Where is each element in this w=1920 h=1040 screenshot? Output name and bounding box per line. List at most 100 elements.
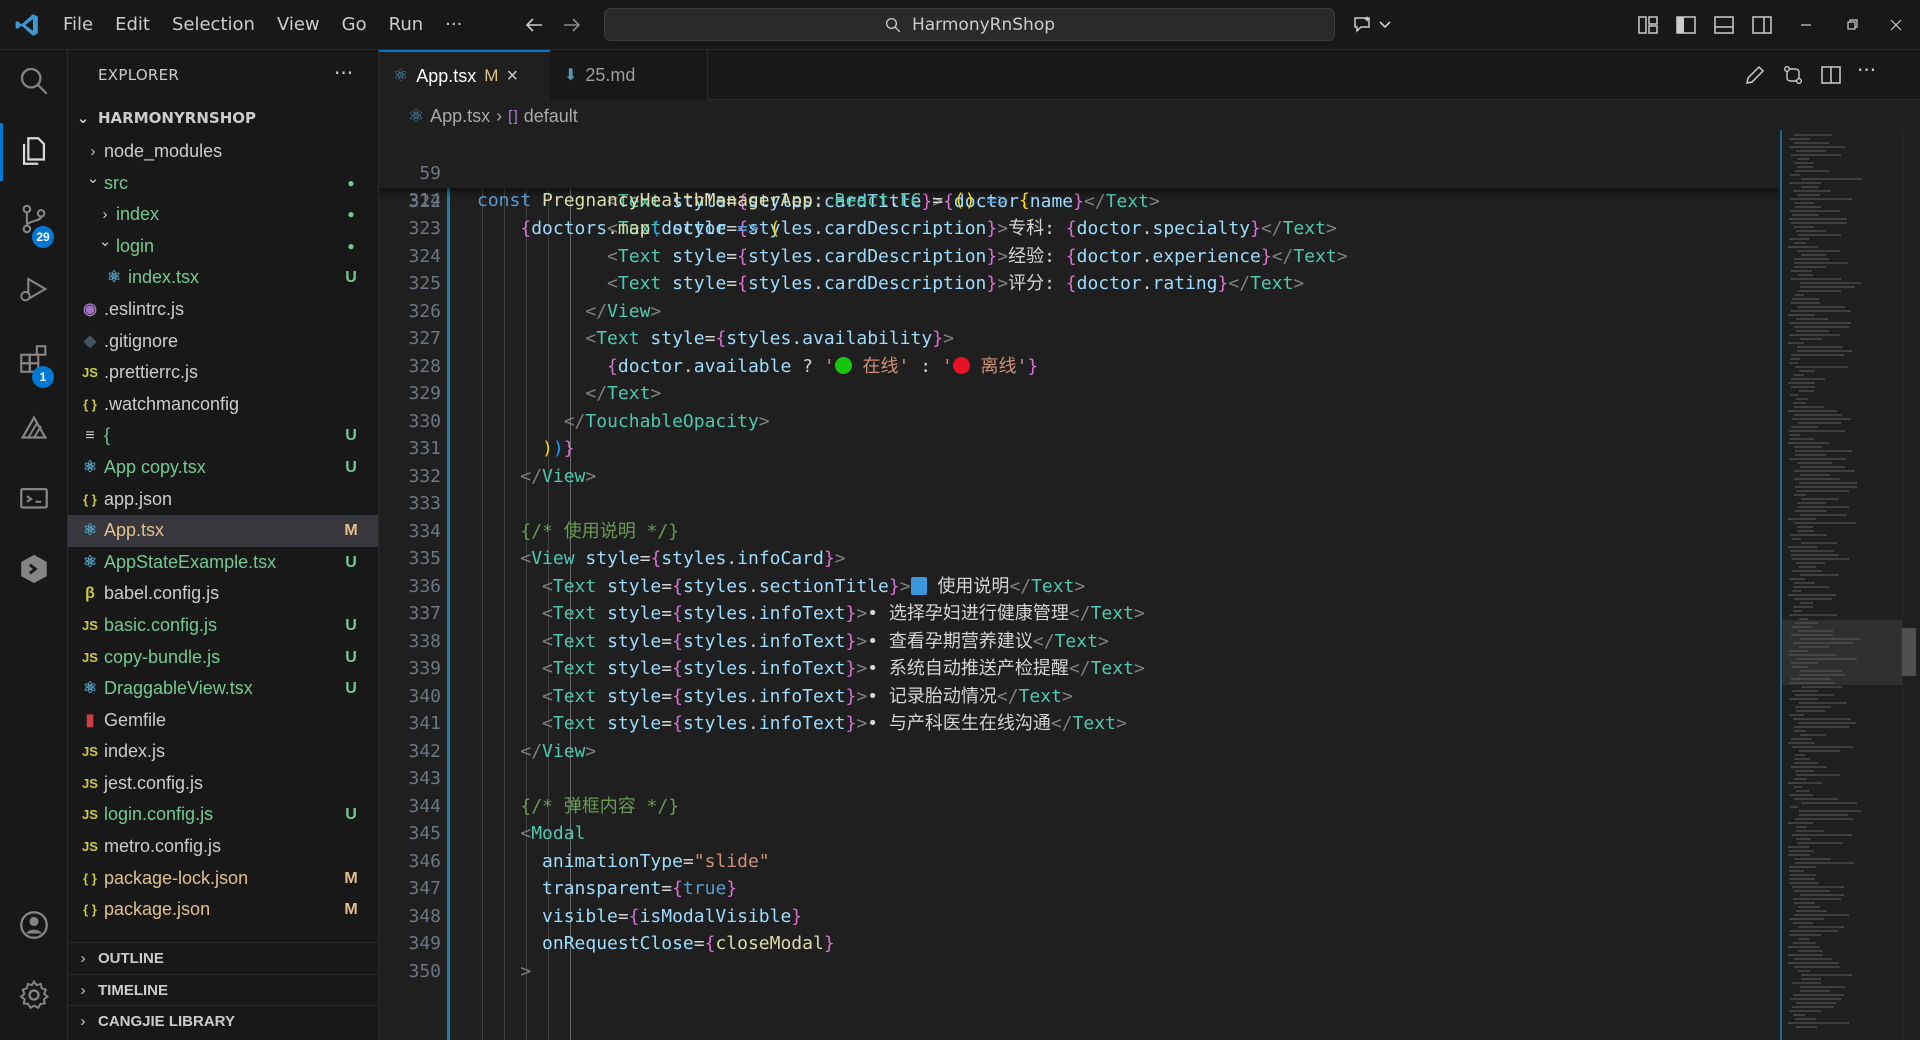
- chevron-down-icon: ⌄: [86, 169, 100, 187]
- tree-file[interactable]: JS .prettierrc.js: [68, 357, 378, 389]
- tree-file[interactable]: JS metro.config.js: [68, 831, 378, 863]
- minimap-line: [1797, 346, 1843, 348]
- timeline-panel-header[interactable]: › TIMELINE: [68, 973, 378, 1006]
- scrollbar-thumb[interactable]: [1902, 628, 1916, 676]
- code-line: 345 <Modal: [379, 820, 1779, 848]
- forward-arrow-icon[interactable]: [560, 13, 584, 37]
- tree-file[interactable]: ≡ {U: [68, 420, 378, 452]
- remote-explorer-icon[interactable]: [17, 482, 51, 516]
- line-number: 349: [408, 933, 441, 954]
- command-center-search[interactable]: HarmonyRnShop: [604, 8, 1335, 41]
- toggle-primary-sidebar-icon[interactable]: [1674, 13, 1698, 37]
- compare-changes-icon[interactable]: [1781, 63, 1805, 87]
- copilot-chat-icon[interactable]: [1352, 13, 1376, 37]
- line-number: 346: [408, 850, 441, 872]
- customize-layout-icon[interactable]: [1636, 13, 1660, 37]
- minimap-line: [1789, 1010, 1821, 1012]
- code-line: 329 </Text>: [379, 380, 1779, 408]
- minimize-icon[interactable]: [1794, 13, 1818, 37]
- minimap-line: [1799, 482, 1857, 484]
- code-editor[interactable]: 59 const PregnancyHealthManagerApp: Reac…: [379, 130, 1779, 1040]
- sticky-scroll-header[interactable]: 59 const PregnancyHealthManagerApp: Reac…: [379, 130, 1779, 239]
- tree-file[interactable]: JS copy-bundle.js U: [68, 642, 378, 674]
- chevron-down-icon[interactable]: [1378, 13, 1392, 37]
- explorer-files-icon[interactable]: [17, 134, 51, 168]
- menu-file[interactable]: File: [52, 0, 104, 50]
- close-icon[interactable]: ×: [506, 65, 518, 88]
- restore-icon[interactable]: [1840, 13, 1864, 37]
- cangjie-library-panel-header[interactable]: › CANGJIE LIBRARY: [68, 1005, 378, 1037]
- tree-folder[interactable]: › index ●: [68, 199, 378, 231]
- menu-selection[interactable]: Selection: [161, 0, 266, 50]
- tree-file[interactable]: { } app.json: [68, 484, 378, 516]
- minimap-line: [1789, 870, 1804, 872]
- deveco-arrows-icon[interactable]: [17, 412, 51, 446]
- minimap[interactable]: [1782, 130, 1902, 1040]
- tree-file[interactable]: ◉ .eslintrc.js: [68, 294, 378, 326]
- js-file-icon: JS: [82, 807, 98, 823]
- minimap-line: [1789, 918, 1824, 920]
- menu-run[interactable]: Run: [378, 0, 435, 50]
- run-debug-icon[interactable]: [17, 272, 51, 306]
- minimap-line: [1793, 718, 1851, 720]
- tree-file[interactable]: ⚛ index.tsx U: [68, 262, 378, 294]
- minimap-line: [1801, 542, 1837, 544]
- tree-file[interactable]: β babel.config.js: [68, 578, 378, 610]
- search-icon: [885, 17, 901, 32]
- back-arrow-icon[interactable]: [522, 13, 546, 37]
- minimap-line: [1791, 678, 1831, 680]
- tab-app-tsx[interactable]: ⚛ App.tsx M ×: [379, 50, 550, 100]
- menu-more[interactable]: ···: [434, 0, 473, 50]
- tree-file[interactable]: ▮ Gemfile: [68, 705, 378, 737]
- tree-file[interactable]: ◆ .gitignore: [68, 326, 378, 358]
- split-editor-icon[interactable]: [1819, 63, 1843, 87]
- account-icon[interactable]: [17, 908, 51, 942]
- tree-folder[interactable]: ⌄ src ●: [68, 168, 378, 200]
- tree-file[interactable]: ⚛ AppStateExample.tsx U: [68, 547, 378, 579]
- editor-more-actions[interactable]: ···: [1857, 58, 1881, 82]
- search-icon[interactable]: [17, 64, 51, 98]
- tree-file[interactable]: { } package.json M: [68, 894, 378, 926]
- minimap-line: [1796, 230, 1826, 232]
- tree-item-label: jest.config.js: [104, 772, 204, 793]
- tree-file[interactable]: JS jest.config.js: [68, 768, 378, 800]
- edit-pencil-icon[interactable]: [1743, 63, 1767, 87]
- line-code: {doctors.map(doctor => (: [520, 217, 781, 239]
- tree-file[interactable]: JS index.js: [68, 736, 378, 768]
- minimap-line: [1796, 150, 1826, 152]
- rating-label: 评分:: [1008, 273, 1066, 294]
- toggle-panel-icon[interactable]: [1712, 13, 1736, 37]
- tab-25-md[interactable]: ⬇ 25.md: [550, 50, 708, 100]
- tree-folder[interactable]: › node_modules: [68, 136, 378, 168]
- tree-file[interactable]: JS login.config.js U: [68, 799, 378, 831]
- harmony-cube-icon[interactable]: [17, 552, 51, 586]
- minimap-line: [1789, 794, 1813, 796]
- tree-file[interactable]: ⚛ App.tsx M: [68, 515, 378, 547]
- vertical-scrollbar[interactable]: [1902, 130, 1920, 1040]
- tree-folder[interactable]: ⌄ login ●: [68, 231, 378, 263]
- breadcrumb-file[interactable]: App.tsx: [430, 106, 490, 127]
- tree-file[interactable]: ⚛ App copy.tsx U: [68, 452, 378, 484]
- breadcrumb-symbol[interactable]: default: [524, 106, 578, 127]
- tree-file[interactable]: { } package-lock.json M: [68, 863, 378, 895]
- minimap-line: [1795, 770, 1814, 772]
- close-window-icon[interactable]: [1884, 13, 1908, 37]
- menu-view[interactable]: View: [266, 0, 331, 50]
- menu-go[interactable]: Go: [331, 0, 378, 50]
- vscode-logo-icon[interactable]: [14, 12, 40, 38]
- toggle-secondary-sidebar-icon[interactable]: [1750, 13, 1774, 37]
- minimap-line: [1797, 250, 1840, 252]
- line-number: 350: [408, 960, 441, 982]
- project-folder-header[interactable]: ⌄ HARMONYRNSHOP: [68, 105, 378, 131]
- tree-file[interactable]: ⚛ DraggableView.tsx U: [68, 673, 378, 705]
- line-number: 332: [408, 465, 441, 487]
- tree-item-label: index.tsx: [128, 267, 200, 288]
- tree-file[interactable]: { } .watchmanconfig: [68, 389, 378, 421]
- outline-panel-header[interactable]: › OUTLINE: [68, 942, 378, 974]
- settings-gear-icon[interactable]: [17, 978, 51, 1012]
- explorer-more-actions[interactable]: ···: [334, 50, 353, 100]
- menu-edit[interactable]: Edit: [104, 0, 161, 50]
- tree-file[interactable]: JS basic.config.js U: [68, 610, 378, 642]
- minimap-line: [1794, 762, 1818, 764]
- minimap-line: [1790, 358, 1800, 360]
